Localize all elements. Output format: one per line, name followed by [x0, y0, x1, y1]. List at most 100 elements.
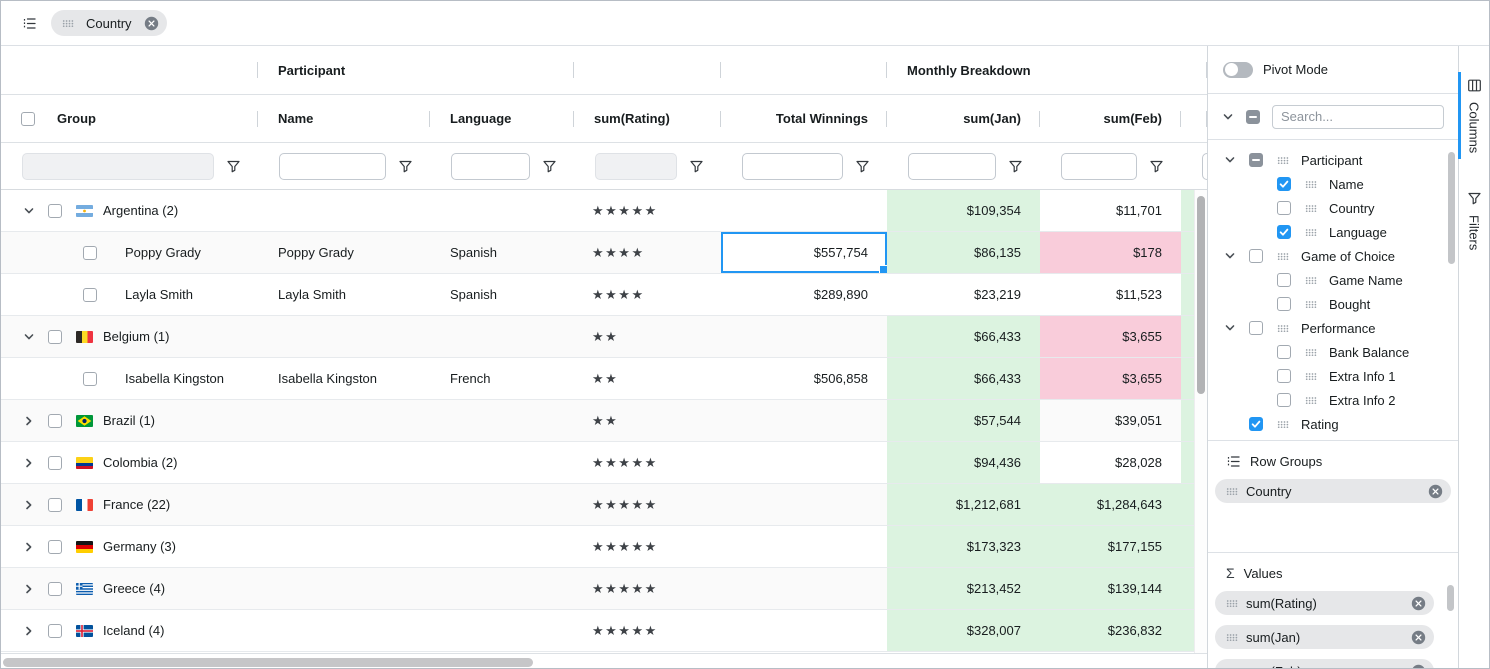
- row-checkbox[interactable]: [48, 330, 62, 344]
- vertical-scrollbar[interactable]: [1194, 190, 1207, 653]
- column-header-sum-jan[interactable]: sum(Jan): [887, 95, 1040, 142]
- column-visibility-checkbox[interactable]: [1277, 177, 1291, 191]
- column-visibility-checkbox[interactable]: [1249, 417, 1263, 431]
- column-visibility-checkbox[interactable]: [1277, 225, 1291, 239]
- grip-icon[interactable]: [1277, 252, 1289, 261]
- column-header-name[interactable]: Name: [258, 95, 430, 142]
- select-all-rows-checkbox[interactable]: [21, 112, 35, 126]
- select-all-columns-checkbox[interactable]: [1246, 110, 1260, 124]
- vertical-scrollbar-thumb[interactable]: [1197, 196, 1205, 394]
- filter-input-sum(Feb)[interactable]: [1061, 153, 1137, 180]
- expand-group-icon[interactable]: [23, 583, 35, 595]
- column-tree-item-performance[interactable]: Performance: [1208, 316, 1458, 340]
- column-visibility-checkbox[interactable]: [1277, 393, 1291, 407]
- row-checkbox[interactable]: [83, 246, 97, 260]
- filter-input-Language[interactable]: [451, 153, 530, 180]
- grip-icon[interactable]: [1305, 204, 1317, 213]
- grip-icon[interactable]: [1305, 348, 1317, 357]
- column-tree-item-name[interactable]: Name: [1208, 172, 1458, 196]
- column-group-header-monthly-breakdown[interactable]: Monthly Breakdown: [887, 46, 1207, 94]
- grip-icon[interactable]: [1305, 276, 1317, 285]
- expand-group-icon[interactable]: [23, 457, 35, 469]
- expand-group-icon[interactable]: [23, 541, 35, 553]
- tree-scrollbar-thumb[interactable]: [1448, 152, 1455, 264]
- grip-icon[interactable]: [1305, 180, 1317, 189]
- row-checkbox[interactable]: [83, 372, 97, 386]
- remove-chip-icon[interactable]: [144, 16, 159, 31]
- column-visibility-checkbox[interactable]: [1277, 201, 1291, 215]
- row-checkbox[interactable]: [48, 624, 62, 638]
- column-tree-item-extra-info-1[interactable]: Extra Info 1: [1208, 364, 1458, 388]
- row-checkbox[interactable]: [48, 456, 62, 470]
- column-group-header-participant[interactable]: Participant: [258, 46, 574, 94]
- grip-icon[interactable]: [1305, 372, 1317, 381]
- row-checkbox[interactable]: [83, 288, 97, 302]
- filter-funnel-icon[interactable]: [689, 159, 704, 174]
- grip-icon[interactable]: [1305, 396, 1317, 405]
- filter-funnel-icon[interactable]: [398, 159, 413, 174]
- values-scrollbar-thumb[interactable]: [1447, 585, 1454, 611]
- pivot-mode-toggle[interactable]: [1223, 62, 1253, 78]
- collapse-group-icon[interactable]: [23, 205, 35, 217]
- tab-columns[interactable]: Columns: [1459, 72, 1489, 159]
- filter-funnel-icon[interactable]: [1149, 159, 1164, 174]
- column-tree-item-bought[interactable]: Bought: [1208, 292, 1458, 316]
- grip-icon[interactable]: [1226, 599, 1238, 608]
- grip-icon[interactable]: [62, 19, 74, 28]
- expand-collapse-all-chevron-icon[interactable]: [1222, 111, 1234, 123]
- column-visibility-checkbox[interactable]: [1249, 321, 1263, 335]
- row-checkbox[interactable]: [48, 498, 62, 512]
- column-header-sum-feb[interactable]: sum(Feb): [1040, 95, 1181, 142]
- column-visibility-checkbox[interactable]: [1249, 249, 1263, 263]
- filter-input-Total Winnings[interactable]: [742, 153, 843, 180]
- column-tree-item-game-of-choice[interactable]: Game of Choice: [1208, 244, 1458, 268]
- grip-icon[interactable]: [1305, 228, 1317, 237]
- column-tree-item-game-name[interactable]: Game Name: [1208, 268, 1458, 292]
- collapse-group-chevron-icon[interactable]: [1224, 322, 1249, 334]
- column-visibility-checkbox[interactable]: [1249, 153, 1263, 167]
- horizontal-scrollbar[interactable]: [1, 653, 1207, 669]
- row-checkbox[interactable]: [48, 582, 62, 596]
- collapse-group-chevron-icon[interactable]: [1224, 250, 1249, 262]
- row-checkbox[interactable]: [48, 414, 62, 428]
- row-group-chip[interactable]: Country: [51, 10, 167, 36]
- column-tree-item-participant[interactable]: Participant: [1208, 148, 1458, 172]
- row-checkbox[interactable]: [48, 540, 62, 554]
- row-group-chip[interactable]: Country: [1215, 479, 1451, 503]
- collapse-group-icon[interactable]: [23, 331, 35, 343]
- column-header-language[interactable]: Language: [430, 95, 574, 142]
- value-chip[interactable]: sum(Rating): [1215, 591, 1434, 615]
- expand-group-icon[interactable]: [23, 415, 35, 427]
- tab-filters[interactable]: Filters: [1459, 185, 1489, 256]
- filter-funnel-icon[interactable]: [1008, 159, 1023, 174]
- column-tree-item-rating[interactable]: Rating: [1208, 412, 1458, 436]
- column-search-input[interactable]: [1272, 105, 1444, 129]
- expand-group-icon[interactable]: [23, 499, 35, 511]
- collapse-group-chevron-icon[interactable]: [1224, 154, 1249, 166]
- column-tree-item-extra-info-2[interactable]: Extra Info 2: [1208, 388, 1458, 412]
- remove-chip-icon[interactable]: [1411, 664, 1426, 669]
- column-header-sum-rating[interactable]: sum(Rating): [574, 95, 721, 142]
- remove-chip-icon[interactable]: [1411, 630, 1426, 645]
- horizontal-scrollbar-thumb[interactable]: [3, 658, 533, 667]
- filter-input-Name[interactable]: [279, 153, 386, 180]
- column-visibility-checkbox[interactable]: [1277, 345, 1291, 359]
- grip-icon[interactable]: [1277, 420, 1289, 429]
- row-checkbox[interactable]: [48, 204, 62, 218]
- grip-icon[interactable]: [1226, 633, 1238, 642]
- grip-icon[interactable]: [1226, 487, 1238, 496]
- filter-funnel-icon[interactable]: [542, 159, 557, 174]
- column-tree-item-bank-balance[interactable]: Bank Balance: [1208, 340, 1458, 364]
- total-winnings-cell[interactable]: $557,754: [721, 232, 887, 273]
- remove-chip-icon[interactable]: [1428, 484, 1443, 499]
- column-header-group[interactable]: Group: [1, 95, 258, 142]
- value-chip[interactable]: sum(Feb): [1215, 659, 1434, 669]
- column-tree-item-language[interactable]: Language: [1208, 220, 1458, 244]
- grip-icon[interactable]: [1277, 324, 1289, 333]
- filter-funnel-icon[interactable]: [855, 159, 870, 174]
- filter-input-sum(Jan)[interactable]: [908, 153, 996, 180]
- filter-funnel-icon[interactable]: [226, 159, 241, 174]
- column-visibility-checkbox[interactable]: [1277, 297, 1291, 311]
- expand-group-icon[interactable]: [23, 625, 35, 637]
- grip-icon[interactable]: [1277, 156, 1289, 165]
